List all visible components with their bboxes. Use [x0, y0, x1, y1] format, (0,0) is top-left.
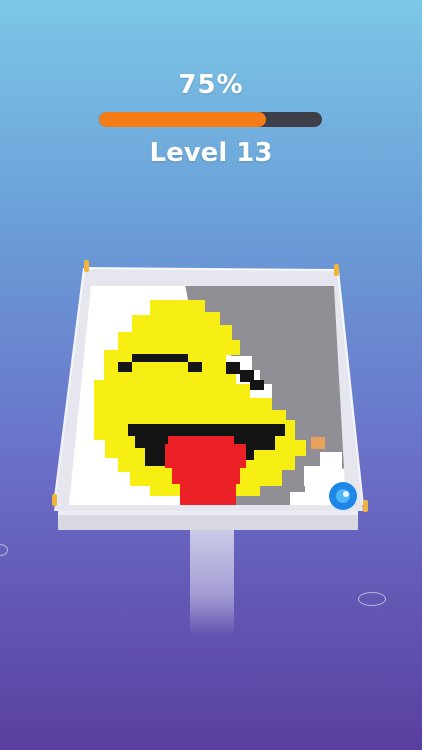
- corner-post: [84, 260, 89, 272]
- paint-trail: [311, 437, 325, 449]
- level-label: Level 13: [149, 138, 273, 168]
- progress-percent: 75%: [178, 70, 244, 100]
- progress-bar: [99, 112, 322, 127]
- corner-post: [363, 500, 368, 512]
- corner-post: [52, 494, 57, 506]
- left-eye: [132, 354, 188, 362]
- corner-post: [334, 264, 339, 276]
- right-eye: [226, 362, 240, 374]
- progress-bar-fill: [99, 112, 267, 127]
- game-hud: 75% Level 13: [0, 0, 422, 180]
